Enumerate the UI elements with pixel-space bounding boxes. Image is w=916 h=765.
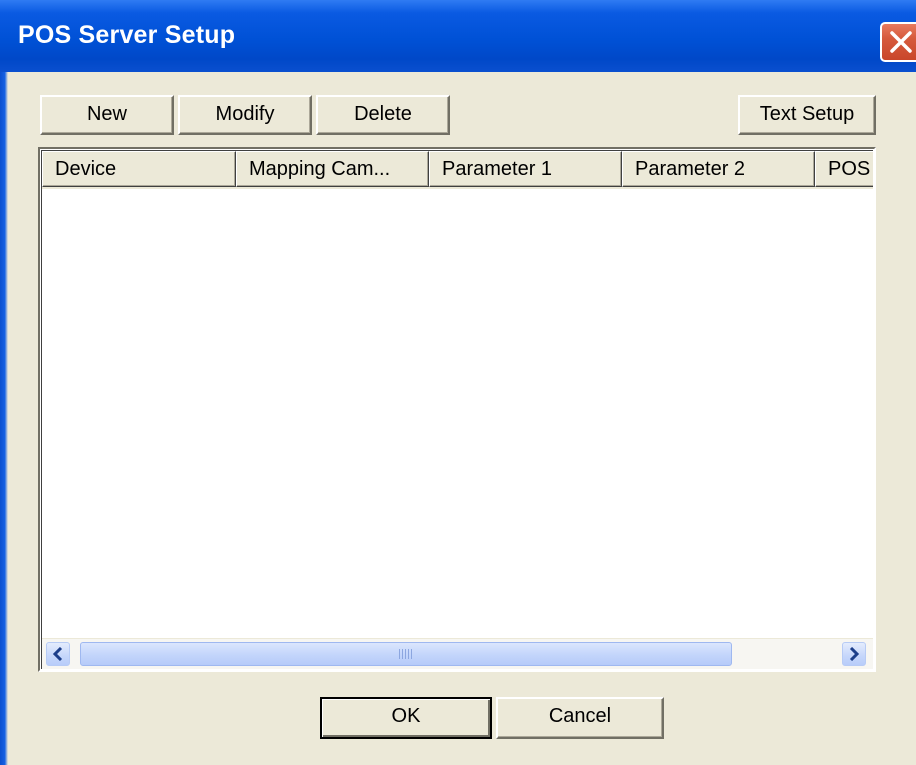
horizontal-scrollbar[interactable] [42, 638, 873, 669]
column-header-parameter-1[interactable]: Parameter 1 [429, 151, 622, 187]
column-header-device[interactable]: Device [42, 151, 236, 187]
window-title: POS Server Setup [18, 21, 236, 49]
title-bar[interactable]: POS Server Setup [0, 0, 916, 72]
cancel-button[interactable]: Cancel [496, 697, 664, 739]
scroll-right-button[interactable] [842, 642, 866, 666]
new-button[interactable]: New [40, 95, 174, 135]
text-setup-button[interactable]: Text Setup [738, 95, 876, 135]
column-header-mapping-camera[interactable]: Mapping Cam... [236, 151, 429, 187]
close-icon [890, 31, 912, 53]
ok-button[interactable]: OK [320, 697, 492, 739]
pos-server-setup-dialog: POS Server Setup New Modify Delete Text … [0, 0, 916, 765]
grip-icon [399, 649, 413, 659]
scroll-left-button[interactable] [46, 642, 70, 666]
column-header-row: Device Mapping Cam... Parameter 1 Parame… [42, 151, 873, 189]
scroll-thumb[interactable] [80, 642, 732, 666]
device-list-body[interactable] [42, 189, 873, 639]
window-frame-left [0, 72, 8, 765]
delete-button[interactable]: Delete [316, 95, 450, 135]
modify-button[interactable]: Modify [178, 95, 312, 135]
chevron-right-icon [849, 647, 860, 661]
chevron-left-icon [52, 647, 63, 661]
close-button[interactable] [880, 22, 916, 62]
column-header-parameter-2[interactable]: Parameter 2 [622, 151, 815, 187]
device-list-viewport: Device Mapping Cam... Parameter 1 Parame… [41, 150, 873, 669]
column-header-pos[interactable]: POS [815, 151, 873, 187]
device-list[interactable]: Device Mapping Cam... Parameter 1 Parame… [38, 147, 876, 672]
